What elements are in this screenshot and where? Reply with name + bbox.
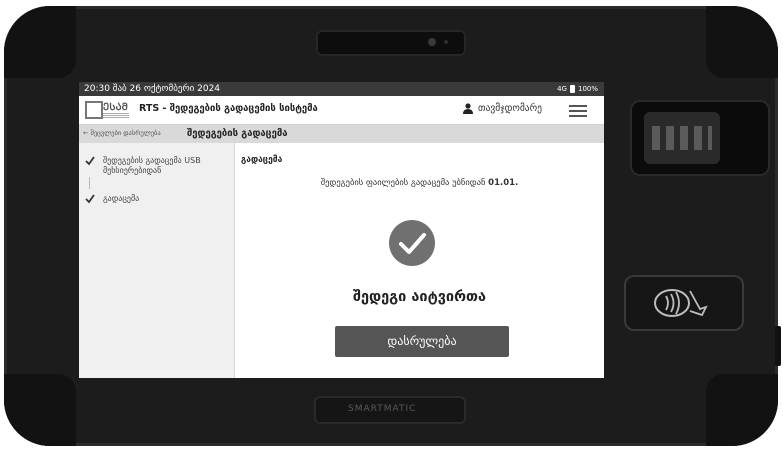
result-message: შედეგი აიტვირთა	[352, 289, 487, 305]
app-header: ᲔᲡᲐᲛ RTS - შედეგების გადაცემის სისტემა თ…	[79, 96, 604, 125]
breadcrumb-bar: ← შეცვლები დასრულება შედეგების გადაცემა	[79, 125, 604, 143]
user-menu[interactable]: თავმჯდომარე	[463, 103, 542, 114]
steps-sidebar: შედეგების გადაცემა USB მეხსიერებიდან გად…	[79, 143, 235, 378]
check-icon	[85, 194, 95, 204]
section-title: გადაცემა	[241, 155, 283, 165]
main-content: გადაცემა შედეგების ფაილების გადაცემა უბნ…	[235, 143, 604, 378]
bumper-corner	[4, 374, 76, 446]
bumper-corner	[706, 6, 778, 78]
status-icons: 4G 100%	[557, 82, 598, 96]
app-title: RTS - შედეგების გადაცემის სისტემა	[139, 103, 318, 114]
user-icon	[463, 103, 473, 114]
side-button	[775, 326, 781, 366]
nfc-reader	[624, 275, 744, 331]
check-icon	[85, 156, 95, 166]
back-link[interactable]: ← შეცვლები დასრულება	[83, 129, 161, 137]
camera-icon	[428, 38, 436, 46]
status-bar: 20:30 შაბ 26 ოქტომბერი 2024 4G 100%	[79, 82, 604, 96]
user-role: თავმჯდომარე	[478, 103, 542, 114]
precinct-number: 01.01.	[488, 178, 519, 188]
logo-subtitle-lines	[103, 112, 129, 118]
page-title: შედეგების გადაცემა	[187, 128, 288, 139]
battery-level: 100%	[577, 85, 598, 93]
contactless-icon	[654, 289, 708, 317]
network-indicator: 4G	[557, 85, 567, 93]
bumper-corner	[4, 6, 76, 78]
battery-icon	[569, 85, 575, 93]
success-icon	[389, 220, 435, 266]
logo-mark-icon	[85, 101, 103, 119]
step-label: შედეგების გადაცემა USB მეხსიერებიდან	[103, 156, 201, 175]
checkmark-icon	[399, 233, 426, 254]
message-text: შედეგების ფაილების გადაცემა უბნიდან	[320, 178, 486, 188]
screen: 20:30 შაბ 26 ოქტომბერი 2024 4G 100% ᲔᲡᲐᲛ…	[79, 82, 604, 378]
hamburger-menu-icon[interactable]	[569, 102, 587, 118]
sensor-dot	[444, 40, 448, 44]
transfer-message: შედეგების ფაილების გადაცემა უბნიდან 01.0…	[235, 178, 604, 188]
logo-text: ᲔᲡᲐᲛ	[103, 102, 128, 113]
status-time: 20:30 შაბ 26 ოქტომბერი 2024	[84, 84, 221, 94]
brand-label: SMARTMATIC	[348, 404, 417, 414]
step-label: გადაცემა	[103, 194, 140, 203]
finish-button[interactable]: დასრულება	[335, 326, 509, 357]
step-connector	[89, 177, 90, 189]
bumper-corner	[706, 374, 778, 446]
fingerprint-grid	[652, 126, 712, 150]
app-logo: ᲔᲡᲐᲛ	[85, 99, 131, 121]
